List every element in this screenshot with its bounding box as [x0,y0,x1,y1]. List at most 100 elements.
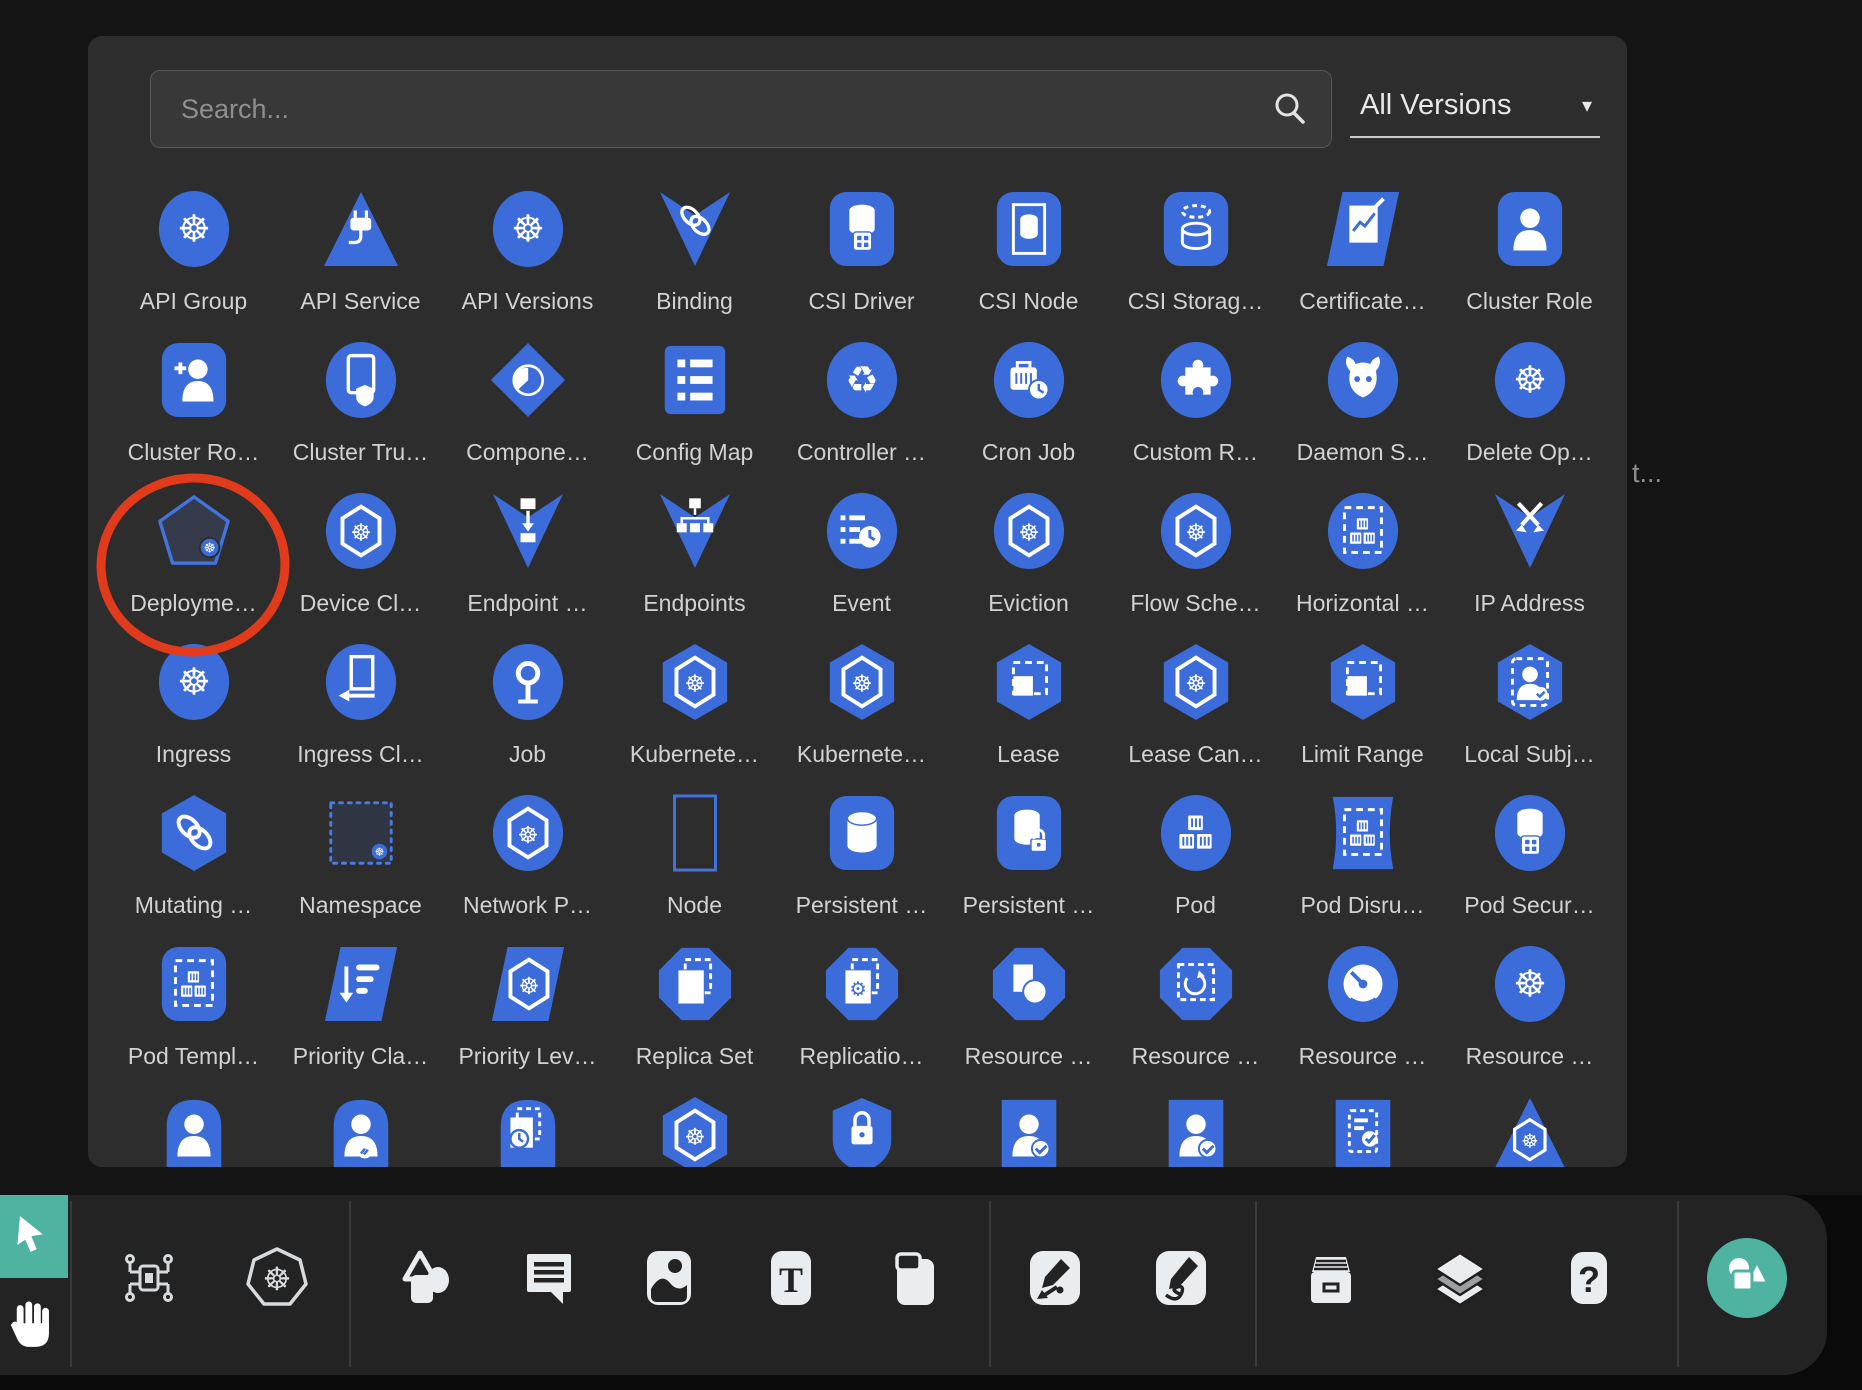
library-icon-persistent[interactable]: Persistent … [778,794,945,945]
library-icon-priority-cla[interactable]: Priority Cla… [277,945,444,1096]
library-icon-clipped[interactable]: ☸ [611,1096,778,1167]
library-icon-cron-job[interactable]: Cron Job [945,341,1112,492]
comment-tool[interactable] [516,1245,582,1311]
library-icon-config-map[interactable]: Config Map [611,341,778,492]
library-icon-event[interactable]: Event [778,492,945,643]
library-icon-clipped[interactable] [444,1096,611,1167]
shape-library-tool[interactable] [1707,1238,1787,1318]
image-tool[interactable] [636,1245,702,1311]
library-icon-label: Cron Job [982,439,1075,465]
library-icon-clipped[interactable]: ☸ [1446,1096,1613,1167]
toolbar: ☸ T? [0,1195,1827,1375]
library-icon-daemon-s[interactable]: Daemon S… [1279,341,1446,492]
library-icon-namespace[interactable]: ☸Namespace [277,794,444,945]
selection-tool[interactable] [0,1195,68,1278]
library-icon-priority-lev[interactable]: ☸Priority Lev… [444,945,611,1096]
person-plus-icon [155,341,233,419]
version-filter-dropdown[interactable]: All Versions ▾ [1350,74,1600,138]
library-icon-kubernete[interactable]: ☸Kubernete… [778,643,945,794]
text-icon: T [759,1246,823,1310]
library-icon-kubernete[interactable]: ☸Kubernete… [611,643,778,794]
library-icon-label: Endpoints [643,590,745,616]
library-icon-ip-address[interactable]: IP Address [1446,492,1613,643]
library-icon-binding[interactable]: Binding [611,190,778,341]
kubernetes-tool[interactable]: ☸ [244,1245,310,1311]
toolbar-divider [1677,1201,1679,1367]
library-icon-job[interactable]: Job [444,643,611,794]
library-icon-label: Pod [1175,892,1216,918]
pin-icon [489,643,567,721]
library-icon-certificate[interactable]: Certificate… [1279,190,1446,341]
library-icon-resource[interactable]: Resource … [1279,945,1446,1096]
library-icon-cluster-role[interactable]: Cluster Role [1446,190,1613,341]
library-icon-api-service[interactable]: API Service [277,190,444,341]
circuit-board-tool[interactable] [116,1245,182,1311]
library-icon-device-cl[interactable]: ☸Device Cl… [277,492,444,643]
library-icon-network-p[interactable]: ☸Network P… [444,794,611,945]
library-icon-custom-r[interactable]: Custom R… [1112,341,1279,492]
library-icon-persistent[interactable]: Persistent … [945,794,1112,945]
library-icon-deployme[interactable]: ☸Deployme… [110,492,277,643]
library-icon-clipped[interactable] [277,1096,444,1167]
library-icon-controller[interactable]: ♻Controller … [778,341,945,492]
search-input[interactable] [150,70,1332,148]
library-icon-limit-range[interactable]: Limit Range [1279,643,1446,794]
draw-tool[interactable] [1148,1245,1214,1311]
library-icon-horizontal[interactable]: Horizontal … [1279,492,1446,643]
library-icon-label: Device Cl… [300,590,421,616]
library-icon-resource[interactable]: Resource … [945,945,1112,1096]
library-icon-flow-sche[interactable]: ☸Flow Sche… [1112,492,1279,643]
library-icon-api-group[interactable]: ☸API Group [110,190,277,341]
library-icon-clipped[interactable] [778,1096,945,1167]
library-icon-label: Controller … [797,439,926,465]
cylinder-grid-icon [1491,794,1569,872]
toolbar-divider [70,1201,72,1367]
help-tool[interactable]: ? [1556,1245,1622,1311]
library-icon-endpoints[interactable]: Endpoints [611,492,778,643]
library-icon-lease[interactable]: Lease [945,643,1112,794]
library-icon-ingress-cl[interactable]: Ingress Cl… [277,643,444,794]
library-icon-clipped[interactable] [1279,1096,1446,1167]
layers-tool[interactable] [1427,1245,1493,1311]
library-icon-resource[interactable]: Resource … [1112,945,1279,1096]
library-icon-label: Job [509,741,546,767]
library-icon-cluster-tru[interactable]: Cluster Tru… [277,341,444,492]
library-icon-label: API Service [300,288,420,314]
library-icon-clipped[interactable] [945,1096,1112,1167]
library-icon-pod[interactable]: Pod [1112,794,1279,945]
library-icon-pod-templ[interactable]: Pod Templ… [110,945,277,1096]
hand-tool[interactable] [0,1290,68,1362]
pen-arrow-tool[interactable] [1022,1245,1088,1311]
library-icon-endpoint[interactable]: Endpoint … [444,492,611,643]
svg-text:☸: ☸ [203,540,215,556]
person-dashed-icon [1491,643,1569,721]
shapes-tool[interactable] [394,1245,460,1311]
library-icon-compone[interactable]: Compone… [444,341,611,492]
library-icon-replicatio[interactable]: ⚙Replicatio… [778,945,945,1096]
library-icon-node[interactable]: Node [611,794,778,945]
docs-clock-icon [489,1096,567,1167]
svg-text:☸: ☸ [263,1260,292,1298]
library-icon-resource[interactable]: ☸Resource … [1446,945,1613,1096]
library-icon-pod-disru[interactable]: Pod Disru… [1279,794,1446,945]
wheel-icon: ☸ [1491,945,1569,1023]
library-icon-ingress[interactable]: ☸Ingress [110,643,277,794]
text-tool[interactable]: T [758,1245,824,1311]
archive-tool[interactable] [1298,1245,1364,1311]
library-icon-local-subj[interactable]: Local Subj… [1446,643,1613,794]
library-icon-mutating[interactable]: Mutating … [110,794,277,945]
library-icon-replica-set[interactable]: Replica Set [611,945,778,1096]
library-icon-clipped[interactable] [110,1096,277,1167]
library-icon-eviction[interactable]: ☸Eviction [945,492,1112,643]
library-icon-cluster-ro[interactable]: Cluster Ro… [110,341,277,492]
library-icon-csi-node[interactable]: CSI Node [945,190,1112,341]
library-icon-lease-can[interactable]: ☸Lease Can… [1112,643,1279,794]
library-icon-clipped[interactable] [1112,1096,1279,1167]
library-icon-pod-secur[interactable]: Pod Secur… [1446,794,1613,945]
library-icon-label: Ingress Cl… [297,741,424,767]
frame-tool[interactable] [880,1245,946,1311]
library-icon-csi-driver[interactable]: CSI Driver [778,190,945,341]
library-icon-delete-op[interactable]: ☸Delete Op… [1446,341,1613,492]
library-icon-api-versions[interactable]: ☸API Versions [444,190,611,341]
library-icon-csi-storag[interactable]: CSI Storag… [1112,190,1279,341]
